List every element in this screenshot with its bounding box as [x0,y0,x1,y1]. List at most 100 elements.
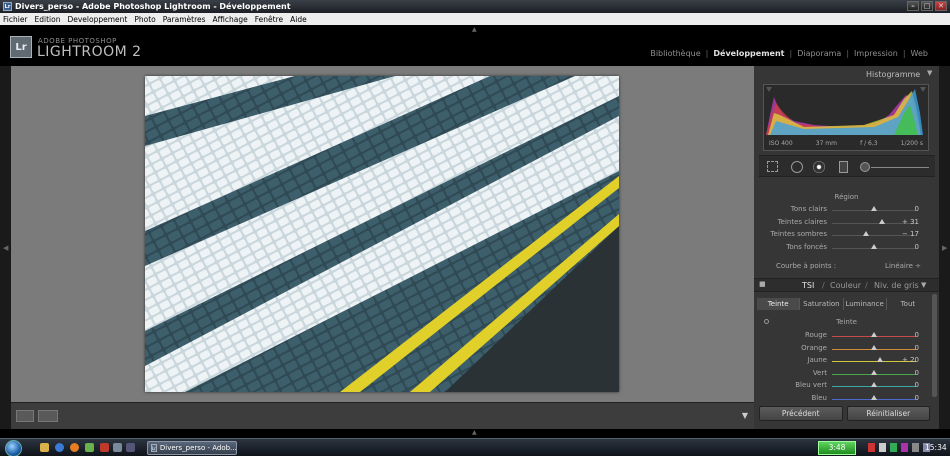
module-bibliotheque[interactable]: Bibliothèque [650,49,700,58]
slider-value[interactable]: − 17 [902,230,919,238]
menu-fenetre[interactable]: Fenêtre [255,15,283,24]
previous-button[interactable]: Précédent [759,406,843,421]
module-web[interactable]: Web [911,49,928,58]
spot-removal-icon[interactable] [791,161,803,173]
filmstrip-collapsed[interactable]: ▲ [0,429,950,438]
network-icon[interactable] [890,443,897,452]
slider-thumb[interactable] [871,344,877,350]
right-panel-edge[interactable]: ▶ [939,66,950,429]
tab-couleur[interactable]: Couleur [830,281,861,290]
gadget-clock[interactable]: 3:48 [818,441,856,455]
subtab-tout[interactable]: Tout [887,298,929,310]
tab-niv-de-gris[interactable]: Niv. de gris [874,281,919,290]
module-diaporama[interactable]: Diaporama [797,49,841,58]
tray-icon[interactable] [868,443,875,452]
speaker-icon[interactable] [879,443,886,452]
tab-tsi[interactable]: TSI [802,281,814,290]
slider-value[interactable]: + 20 [902,356,919,364]
app-shortcut-icon[interactable] [100,443,109,452]
slider-value[interactable]: 0 [915,243,919,251]
slider-thumb[interactable] [871,382,877,387]
maximize-button[interactable]: □ [921,1,933,11]
slider-value[interactable]: + 31 [902,218,919,226]
subtab-teinte[interactable]: Teinte [757,298,801,310]
slider-value[interactable]: 0 [915,381,919,389]
slider-row[interactable]: Bleu 0 [754,393,939,405]
module-developpement[interactable]: Développement [713,49,784,58]
histogram-panel-title[interactable]: Histogramme [866,68,920,81]
slider-row[interactable]: Tons clairs 0 [754,204,939,216]
slider-row[interactable]: Teintes claires + 31 [754,217,939,229]
red-eye-icon[interactable] [813,161,825,173]
adjustment-brush-icon[interactable] [860,162,870,172]
slider-thumb[interactable] [871,332,877,337]
slider-row[interactable]: Teintes sombres − 17 [754,229,939,241]
brand-title: LIGHTROOM 2 [37,44,142,60]
slider-thumb[interactable] [876,357,883,362]
tab-separator: / [865,281,868,290]
aperture-value: f / 6,3 [860,140,878,147]
slider-row[interactable]: Tons foncés 0 [754,242,939,254]
menu-fichier[interactable]: Fichier [3,15,28,24]
point-curve-select[interactable]: Linéaire ÷ [885,262,921,270]
slider-thumb[interactable] [879,218,886,224]
photo-preview[interactable] [145,76,619,392]
left-panel-toggle-icon[interactable]: ◀ [3,244,8,252]
tray-icon[interactable] [901,443,908,452]
left-panel-collapsed[interactable]: ◀ [0,66,11,429]
app-shortcut-icon[interactable] [85,443,94,452]
collapse-tsi-icon[interactable]: ▼ [921,281,926,289]
shadow-clipping-indicator[interactable] [766,87,772,92]
toolbar-options-icon[interactable]: ▼ [742,411,748,420]
menu-edition[interactable]: Edition [35,15,61,24]
subtab-luminance[interactable]: Luminance [844,298,887,310]
slider-thumb[interactable] [871,394,877,400]
slider-value[interactable]: 0 [915,344,919,352]
loupe-view-button[interactable] [16,410,34,422]
slider-value[interactable]: 0 [915,205,919,213]
histogram[interactable]: ISO 400 37 mm f / 6,3 1/200 s [763,84,929,151]
subtab-saturation[interactable]: Saturation [800,298,844,310]
slider-row[interactable]: Orange 0 [754,343,939,355]
app-shortcut-icon[interactable] [126,443,135,452]
start-button-icon[interactable] [5,440,22,456]
focal-length: 37 mm [815,140,837,147]
minimize-button[interactable]: – [907,1,919,11]
collapse-histogram-icon[interactable]: ▼ [927,69,932,77]
taskbar-clock: 15:34 [925,443,947,452]
firefox-icon[interactable] [70,443,79,452]
slider-thumb[interactable] [871,206,877,211]
slider-thumb[interactable] [871,369,877,375]
slider-thumb[interactable] [871,243,877,249]
slider-row[interactable]: Vert 0 [754,368,939,380]
menu-affichage[interactable]: Affichage [213,15,248,24]
right-panel-toggle-icon[interactable]: ▶ [942,244,947,252]
before-after-view-button[interactable] [38,410,58,422]
slider-row[interactable]: Jaune + 20 [754,355,939,367]
slider-value[interactable]: 0 [915,369,919,377]
module-impression[interactable]: Impression [854,49,898,58]
tray-icon[interactable] [912,443,919,452]
slider-thumb[interactable] [863,231,870,236]
filmstrip-toggle-icon[interactable]: ▲ [472,429,477,436]
crop-tool-icon[interactable] [767,161,778,172]
menu-photo[interactable]: Photo [134,15,155,24]
slider-row[interactable]: Bleu vert 0 [754,380,939,392]
menu-aide[interactable]: Aide [290,15,307,24]
panel-switch-icon[interactable]: ■ [759,280,766,288]
browser-icon[interactable] [55,443,64,452]
taskbar-lightroom-task[interactable]: Lr Divers_perso - Adob... [147,441,237,455]
panel-scrollbar[interactable] [932,294,937,397]
slider-value[interactable]: 0 [915,394,919,402]
top-panel-toggle-icon[interactable]: ▲ [472,26,477,33]
highlight-clipping-indicator[interactable] [920,87,926,92]
menu-developpement[interactable]: Developpement [67,15,127,24]
reset-button[interactable]: Réinitialiser [846,406,930,421]
folder-icon[interactable] [40,443,49,452]
menu-parametres[interactable]: Paramètres [163,15,206,24]
close-button[interactable]: ✕ [935,1,947,11]
slider-value[interactable]: 0 [915,331,919,339]
lightroom-shortcut-icon[interactable] [113,443,122,452]
slider-row[interactable]: Rouge 0 [754,330,939,342]
graduated-filter-icon[interactable] [839,161,848,173]
